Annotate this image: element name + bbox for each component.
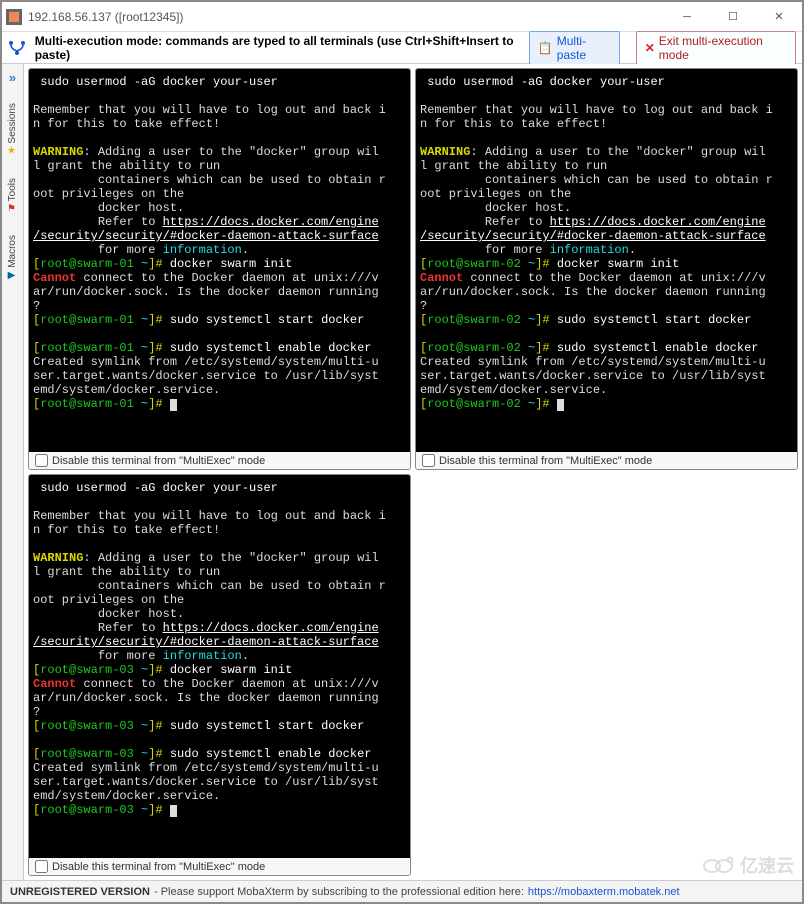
statusbar-message: - Please support MobaXterm by subscribin… [154,886,524,898]
disable-multiexec-label: Disable this terminal from "MultiExec" m… [52,861,265,873]
multiexec-message: Multi-execution mode: commands are typed… [35,34,521,62]
sidebar: » ★ Sessions ⚑ Tools ▶ Macros [2,64,24,880]
terminal-pane-3: sudo usermod -aG docker your-user Rememb… [28,474,411,876]
pane-footer: Disable this terminal from "MultiExec" m… [416,452,797,469]
window-title: 192.168.56.137 ([root12345]) [28,10,664,24]
close-icon: ✕ [645,41,655,55]
star-icon: ★ [8,146,18,156]
wrench-icon: ⚑ [8,203,18,213]
paste-icon: 📋 [538,41,553,55]
sidebar-expand-icon[interactable]: » [9,70,16,85]
pane-footer: Disable this terminal from "MultiExec" m… [29,452,410,469]
disable-multiexec-checkbox[interactable] [35,454,48,467]
terminal-output[interactable]: sudo usermod -aG docker your-user Rememb… [29,475,410,858]
app-icon [6,9,22,25]
disable-multiexec-checkbox[interactable] [35,860,48,873]
window-controls: ─ ☐ ✕ [664,2,802,32]
statusbar-link[interactable]: https://mobaxterm.mobatek.net [528,886,680,898]
unregistered-label: UNREGISTERED VERSION [10,886,150,898]
sidebar-tab-macros[interactable]: ▶ Macros [7,231,18,284]
maximize-button[interactable]: ☐ [710,2,756,32]
exit-multiexec-button[interactable]: ✕ Exit multi-execution mode [636,31,796,65]
terminal-pane-2: sudo usermod -aG docker your-user Rememb… [415,68,798,470]
multiexec-toolbar: Multi-execution mode: commands are typed… [2,32,802,64]
sidebar-tab-tools[interactable]: ⚑ Tools [7,174,18,217]
disable-multiexec-label: Disable this terminal from "MultiExec" m… [52,455,265,467]
terminal-grid: sudo usermod -aG docker your-user Rememb… [24,64,802,880]
terminal-output[interactable]: sudo usermod -aG docker your-user Rememb… [29,69,410,452]
multi-paste-button[interactable]: 📋 Multi-paste [529,31,620,65]
multi-paste-label: Multi-paste [557,34,611,62]
sidebar-label: Macros [7,235,18,268]
empty-grid-cell [415,474,798,876]
exit-multiexec-label: Exit multi-execution mode [659,34,787,62]
close-button[interactable]: ✕ [756,2,802,32]
pane-footer: Disable this terminal from "MultiExec" m… [29,858,410,875]
play-icon: ▶ [8,270,18,280]
terminal-output[interactable]: sudo usermod -aG docker your-user Rememb… [416,69,797,452]
minimize-button[interactable]: ─ [664,2,710,32]
disable-multiexec-label: Disable this terminal from "MultiExec" m… [439,455,652,467]
sidebar-label: Tools [7,178,18,201]
fork-icon [8,38,27,58]
disable-multiexec-checkbox[interactable] [422,454,435,467]
title-bar: 192.168.56.137 ([root12345]) ─ ☐ ✕ [2,2,802,32]
sidebar-label: Sessions [7,103,18,144]
main-area: » ★ Sessions ⚑ Tools ▶ Macros sudo userm… [2,64,802,880]
sidebar-tab-sessions[interactable]: ★ Sessions [7,99,18,160]
status-bar: UNREGISTERED VERSION - Please support Mo… [2,880,802,902]
terminal-pane-1: sudo usermod -aG docker your-user Rememb… [28,68,411,470]
